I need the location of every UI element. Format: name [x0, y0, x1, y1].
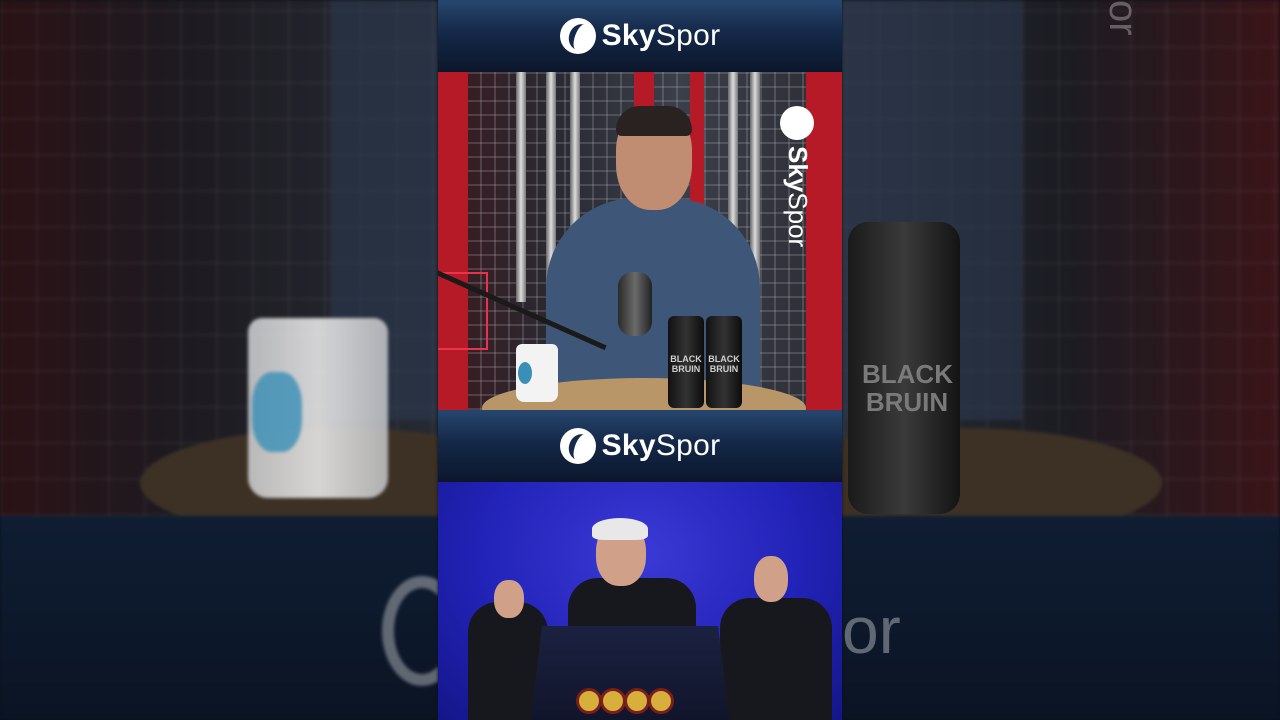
- background-banner-right: [842, 516, 1280, 720]
- skyspor-logo-text: SkySpor: [601, 429, 721, 462]
- host-hair: [616, 106, 692, 136]
- drink-can-label: BLACK BRUIN: [670, 354, 702, 374]
- club-emblem-icon: [576, 688, 602, 714]
- vertical-logo-text: SkySpor: [783, 146, 813, 248]
- drink-can-label: BLACK BRUIN: [708, 354, 740, 374]
- background-banner-left: [0, 516, 438, 720]
- skyspor-logo-text: SkySpor: [601, 19, 721, 52]
- attendee-face: [754, 556, 788, 602]
- background-left-panel: [0, 0, 438, 720]
- attendee-face: [494, 580, 524, 618]
- middle-logo-banner: SkySpor: [438, 410, 842, 482]
- background-watermark-text: or: [842, 593, 901, 667]
- press-conference-photo: [438, 482, 842, 720]
- background-can-text: BLACK BRUIN: [862, 359, 953, 417]
- podcast-studio-photo: BLACK BRUIN BLACK BRUIN SkySpor: [438, 72, 842, 410]
- video-frame: SkySpor BLACK BRUIN BLACK BRUIN SkySpor …: [438, 0, 842, 720]
- studio-pipe: [516, 72, 526, 302]
- background-vertical-text: or: [1101, 0, 1145, 36]
- top-logo-banner: SkySpor: [438, 0, 842, 72]
- background-mug-logo: [252, 372, 302, 452]
- skyspor-logo-icon: [780, 106, 814, 140]
- studio-pipe: [570, 72, 580, 242]
- vertical-skyspor-logo: SkySpor: [778, 106, 818, 266]
- microphone-icon: [618, 272, 652, 336]
- speaker-hair: [592, 518, 648, 540]
- red-wall-panel: [438, 72, 468, 410]
- club-emblem-icon: [600, 688, 626, 714]
- attendee-suit: [720, 598, 832, 720]
- club-emblem-icon: [624, 688, 650, 714]
- skyspor-logo: SkySpor: [559, 428, 721, 464]
- mug-logo-icon: [518, 362, 532, 384]
- skyspor-logo-icon: [559, 428, 596, 464]
- skyspor-logo-icon: [559, 18, 596, 54]
- club-emblem-icon: [648, 688, 674, 714]
- skyspor-logo: SkySpor: [559, 18, 721, 54]
